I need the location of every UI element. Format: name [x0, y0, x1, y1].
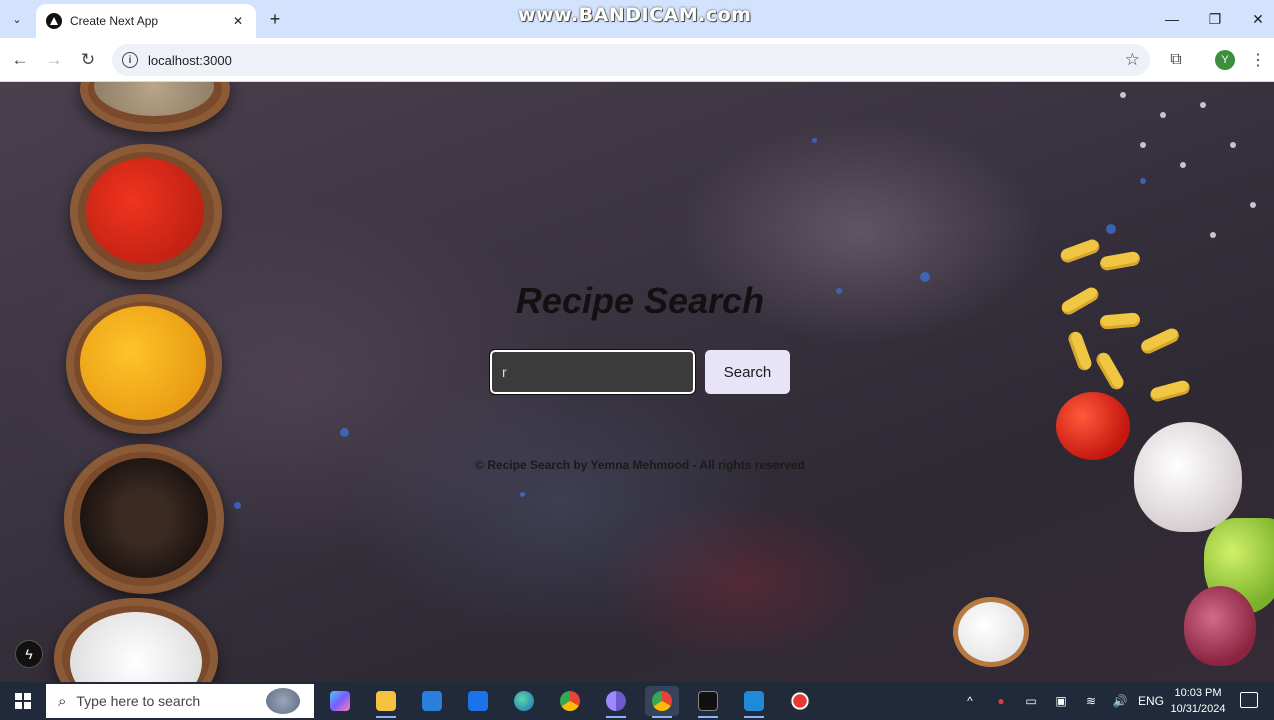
bandicam-watermark: www.BANDICAM.com — [518, 4, 752, 26]
nextjs-favicon-icon — [46, 13, 62, 29]
running-indicator — [744, 716, 764, 718]
chevron-down-icon: ⌄ — [12, 13, 22, 26]
tray-volume-icon[interactable]: 🔊 — [1110, 692, 1130, 710]
forward-button[interactable]: → — [42, 48, 66, 72]
folder-icon — [376, 691, 396, 711]
browser-menu-icon[interactable]: ⋮ — [1248, 48, 1268, 72]
windows-taskbar: ⌕ Type here to search ^ ● ▭ ▣ ≋ 🔊 ENG 10… — [0, 682, 1274, 720]
running-indicator — [652, 716, 672, 718]
taskbar-app-chrome-active[interactable] — [645, 686, 679, 718]
browser-toolbar: ← → ↻ i localhost:3000 ☆ ⧉ Y ⋮ — [0, 38, 1274, 82]
running-indicator — [698, 716, 718, 718]
reload-button[interactable]: ↻ — [76, 48, 100, 72]
tray-meet-icon[interactable]: ▣ — [1052, 692, 1070, 710]
search-button[interactable]: Search — [705, 350, 790, 394]
tray-chevron-up-icon[interactable]: ^ — [962, 692, 978, 710]
footer-copyright: © Recipe Search by Yemna Mehmood - All r… — [475, 458, 805, 472]
tab-close-icon[interactable]: ✕ — [230, 14, 246, 28]
taskbar-search-placeholder: Type here to search — [76, 693, 201, 709]
tab-search-button[interactable]: ⌄ — [6, 8, 28, 30]
tray-battery-icon[interactable]: ▭ — [1022, 692, 1040, 710]
url-text: localhost:3000 — [148, 52, 232, 68]
copilot-icon — [330, 691, 350, 711]
new-tab-button[interactable]: + — [264, 8, 286, 30]
taskbar-app-vscode[interactable] — [737, 686, 771, 718]
address-bar[interactable]: i localhost:3000 ☆ — [112, 44, 1150, 76]
terminal-icon — [698, 691, 718, 711]
recipe-search-input[interactable] — [489, 349, 696, 395]
search-icon: ⌕ — [58, 692, 67, 710]
window-maximize-button[interactable]: ❐ — [1203, 8, 1227, 30]
running-indicator — [606, 716, 626, 718]
running-indicator — [376, 716, 396, 718]
nextjs-dev-indicator-icon[interactable]: ϟ — [15, 640, 43, 668]
chrome-icon — [560, 691, 580, 711]
start-button[interactable] — [0, 682, 46, 720]
taskbar-app-bandicam[interactable] — [783, 686, 817, 716]
taskbar-app-edge[interactable] — [507, 686, 541, 716]
mail-icon — [468, 691, 488, 711]
notification-center-icon[interactable] — [1240, 692, 1258, 708]
taskbar-app-file-explorer[interactable] — [369, 686, 403, 718]
clock-date: 10/31/2024 — [1170, 703, 1226, 715]
browser-tabstrip: ⌄ Create Next App ✕ + www.BANDICAM.com —… — [0, 0, 1274, 38]
tray-language[interactable]: ENG — [1136, 692, 1166, 710]
edge-icon — [514, 691, 534, 711]
chrome-icon — [652, 691, 672, 711]
tray-record-icon[interactable]: ● — [992, 692, 1010, 710]
taskbar-app-copilot[interactable] — [323, 686, 357, 716]
taskbar-app-mail[interactable] — [461, 686, 495, 716]
taskbar-search-box[interactable]: ⌕ Type here to search — [46, 684, 314, 718]
tray-wifi-icon[interactable]: ≋ — [1082, 692, 1100, 710]
browser-tab-active[interactable]: Create Next App ✕ — [36, 4, 256, 38]
taskbar-app-chrome-badge[interactable] — [599, 686, 633, 718]
taskbar-app-terminal[interactable] — [691, 686, 725, 718]
tab-title: Create Next App — [70, 14, 159, 28]
chrome-profile-icon — [606, 691, 626, 711]
page-viewport: Recipe Search Search © Recipe Search by … — [0, 82, 1274, 682]
record-icon — [790, 691, 810, 711]
bookmark-star-icon[interactable]: ☆ — [1125, 50, 1140, 70]
taskbar-app-chrome[interactable] — [553, 686, 587, 716]
main-content: Recipe Search Search © Recipe Search by … — [0, 82, 1274, 682]
windows-logo-icon — [15, 693, 31, 709]
taskbar-app-store[interactable] — [415, 686, 449, 716]
store-icon — [422, 691, 442, 711]
vscode-icon — [744, 691, 764, 711]
profile-avatar[interactable]: Y — [1215, 50, 1235, 70]
search-highlight-icon — [266, 688, 300, 714]
taskbar-clock[interactable]: 10:03 PM 10/31/2024 — [1166, 685, 1230, 717]
clock-time: 10:03 PM — [1174, 687, 1222, 699]
extensions-puzzle-icon[interactable]: ⧉ — [1164, 48, 1188, 72]
page-title: Recipe Search — [515, 280, 765, 321]
site-info-icon[interactable]: i — [122, 52, 138, 68]
back-button[interactable]: ← — [8, 48, 32, 72]
window-close-button[interactable]: ✕ — [1246, 8, 1270, 30]
window-minimize-button[interactable]: — — [1160, 8, 1184, 30]
